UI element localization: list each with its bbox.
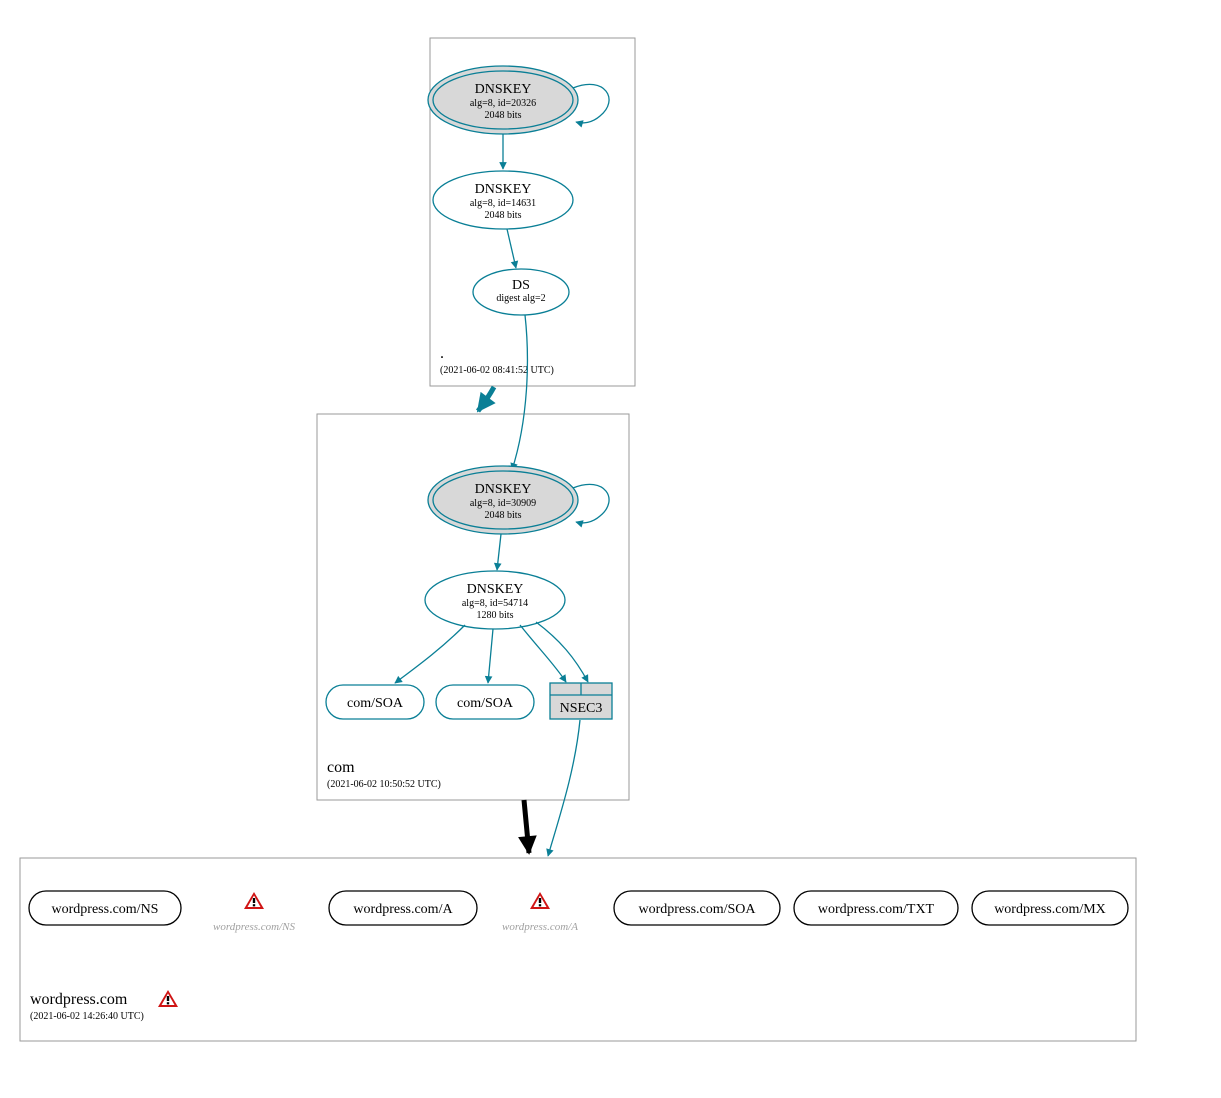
node-com-soa2: com/SOA xyxy=(436,685,534,719)
svg-text:com/SOA: com/SOA xyxy=(347,696,404,711)
svg-text:wordpress.com/A: wordpress.com/A xyxy=(502,921,578,933)
svg-text:DNSKEY: DNSKEY xyxy=(475,182,532,197)
node-wp-a-box: wordpress.com/A xyxy=(329,891,477,925)
svg-text:wordpress.com/SOA: wordpress.com/SOA xyxy=(638,902,756,917)
zone-root-label: . xyxy=(440,345,444,362)
svg-text:alg=8, id=20326: alg=8, id=20326 xyxy=(470,98,536,109)
zone-wp: wordpress.com (2021-06-02 14:26:40 UTC) xyxy=(20,858,1136,1041)
node-wp-mx-box: wordpress.com/MX xyxy=(972,891,1128,925)
svg-text:com/SOA: com/SOA xyxy=(457,696,514,711)
svg-text:digest alg=2: digest alg=2 xyxy=(496,293,545,304)
svg-text:wordpress.com/A: wordpress.com/A xyxy=(353,902,453,917)
svg-text:wordpress.com/TXT: wordpress.com/TXT xyxy=(818,902,935,917)
node-com-zsk: DNSKEY alg=8, id=54714 1280 bits xyxy=(425,571,565,629)
svg-text:2048 bits: 2048 bits xyxy=(485,510,522,521)
node-root-zsk: DNSKEY alg=8, id=14631 2048 bits xyxy=(433,171,573,229)
svg-text:2048 bits: 2048 bits xyxy=(485,210,522,221)
svg-text:2048 bits: 2048 bits xyxy=(485,110,522,121)
edge-com-wp-thick xyxy=(524,800,529,853)
node-com-soa1: com/SOA xyxy=(326,685,424,719)
zone-com-label: com xyxy=(327,759,355,776)
zone-root-time: (2021-06-02 08:41:52 UTC) xyxy=(440,365,554,376)
node-root-ksk: DNSKEY alg=8, id=20326 2048 bits xyxy=(428,66,578,134)
svg-text:wordpress.com/NS: wordpress.com/NS xyxy=(213,921,295,933)
zone-wp-time: (2021-06-02 14:26:40 UTC) xyxy=(30,1011,144,1022)
svg-text:DNSKEY: DNSKEY xyxy=(475,82,532,97)
node-root-ds: DS digest alg=2 xyxy=(473,269,569,315)
svg-text:wordpress.com/NS: wordpress.com/NS xyxy=(52,902,159,917)
node-wp-ns-box: wordpress.com/NS xyxy=(29,891,181,925)
svg-text:DNSKEY: DNSKEY xyxy=(467,582,524,597)
svg-text:1280 bits: 1280 bits xyxy=(477,610,514,621)
zone-wp-label: wordpress.com xyxy=(30,991,128,1008)
node-com-nsec3: NSEC3 xyxy=(550,683,612,719)
edge-root-com-thick xyxy=(478,387,494,411)
node-wp-soa-box: wordpress.com/SOA xyxy=(614,891,780,925)
svg-text:alg=8, id=30909: alg=8, id=30909 xyxy=(470,498,536,509)
svg-text:wordpress.com/MX: wordpress.com/MX xyxy=(994,902,1106,917)
svg-text:NSEC3: NSEC3 xyxy=(560,701,603,716)
svg-text:DS: DS xyxy=(512,278,530,293)
node-com-ksk: DNSKEY alg=8, id=30909 2048 bits xyxy=(428,466,578,534)
svg-text:alg=8, id=54714: alg=8, id=54714 xyxy=(462,598,528,609)
zone-com-time: (2021-06-02 10:50:52 UTC) xyxy=(327,779,441,790)
node-wp-txt-box: wordpress.com/TXT xyxy=(794,891,958,925)
svg-text:alg=8, id=14631: alg=8, id=14631 xyxy=(470,198,536,209)
svg-text:DNSKEY: DNSKEY xyxy=(475,482,532,497)
